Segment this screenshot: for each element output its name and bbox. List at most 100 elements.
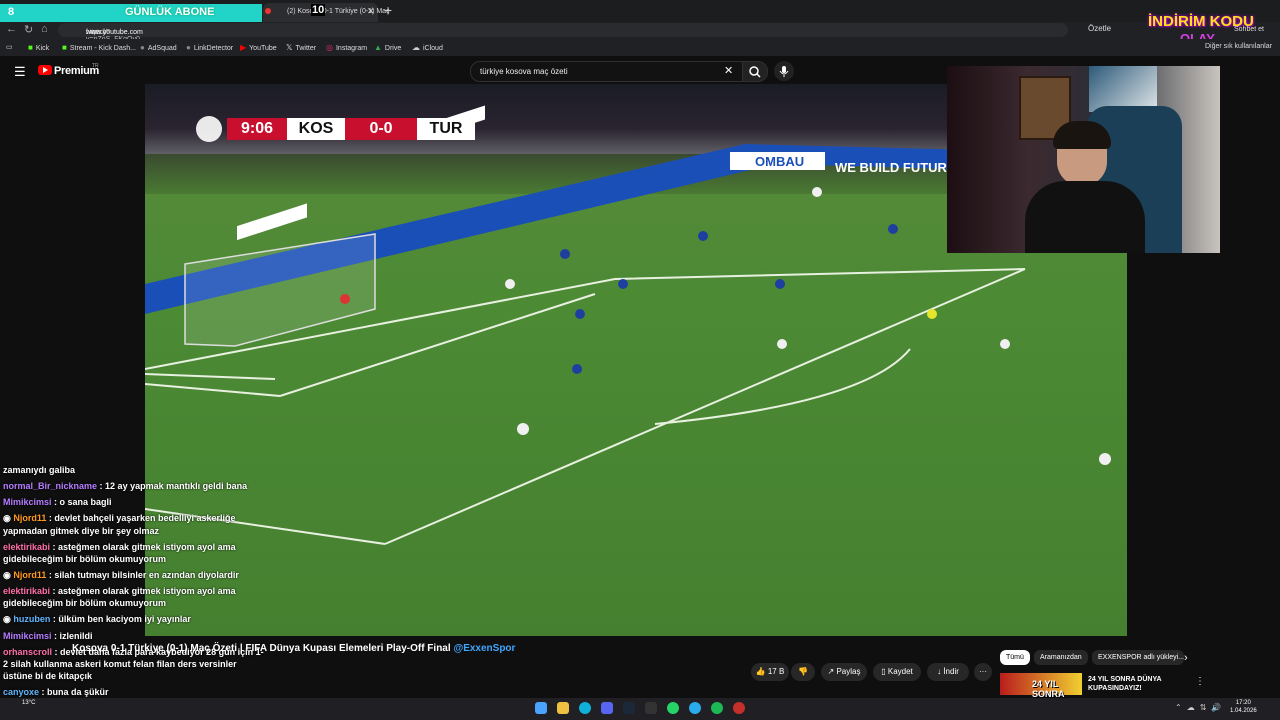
- weather-widget[interactable]: 13°C: [22, 700, 35, 706]
- thumbs-down-icon: 👎: [798, 667, 808, 676]
- share-button[interactable]: ↗ Paylaş: [821, 663, 867, 681]
- search-input[interactable]: türkiye kosova maç özeti: [470, 61, 743, 82]
- chat-username: elektirikabi: [3, 586, 51, 597]
- clock-time: 17:20: [1235, 700, 1251, 706]
- subscriber-label: GÜNLÜK ABONE: [125, 6, 215, 18]
- reload-icon[interactable]: ↻: [24, 23, 33, 36]
- steam-icon[interactable]: [623, 702, 635, 714]
- bookmark-adsquad[interactable]: ● AdSquad: [140, 43, 177, 52]
- system-tray[interactable]: ⌃☁⇅🔊: [1175, 703, 1226, 712]
- app-icon[interactable]: [645, 702, 657, 714]
- new-tab-button[interactable]: +: [384, 2, 392, 18]
- bookmarks-icon[interactable]: ▭: [6, 43, 13, 51]
- youtube-region: TR: [92, 63, 99, 69]
- scoreboard-score: 0-0: [345, 118, 417, 140]
- bookmark-youtube[interactable]: ▶ YouTube: [240, 43, 277, 52]
- stream-chat: zamanıydı galiba normal_Bir_nickname : 1…: [3, 464, 265, 702]
- discord-icon[interactable]: [601, 702, 613, 714]
- file-explorer-icon[interactable]: [557, 702, 569, 714]
- chat-message: Mimikcimsi : izlenildi: [3, 630, 93, 641]
- chat-username: Njord11: [13, 513, 47, 524]
- clear-search-icon[interactable]: ✕: [724, 64, 733, 77]
- bookmark-instagram[interactable]: ◎ Instagram: [326, 43, 367, 52]
- chat-username: normal_Bir_nickname: [3, 481, 98, 492]
- more-vert-icon[interactable]: ⋮: [1195, 676, 1205, 687]
- telegram-icon[interactable]: [689, 702, 701, 714]
- webcam-overlay: [947, 66, 1220, 253]
- other-bookmarks[interactable]: Diğer sık kullanılanlar: [1205, 43, 1272, 50]
- chat-button[interactable]: Sohbet et: [1234, 26, 1264, 33]
- search-query: türkiye kosova maç özeti: [480, 67, 568, 76]
- share-icon: ↗: [827, 667, 835, 676]
- search-button[interactable]: [742, 61, 768, 82]
- chevron-right-icon[interactable]: ›: [1184, 652, 1188, 664]
- chat-username: huzuben: [13, 614, 51, 625]
- edge-icon[interactable]: [579, 702, 591, 714]
- home-icon[interactable]: ⌂: [41, 23, 48, 35]
- scoreboard-away-team: TUR: [417, 118, 475, 140]
- bookmark-icon: ▯: [881, 667, 886, 676]
- streamer-body: [1025, 181, 1145, 253]
- close-tab-icon[interactable]: ✕: [367, 6, 375, 17]
- youtube-logo-icon[interactable]: [38, 65, 52, 75]
- bookmark-linkdetector[interactable]: ● LinkDetector: [186, 43, 233, 52]
- chat-username: orhanscroll: [3, 646, 53, 657]
- bookmark-icloud[interactable]: ☁ iCloud: [412, 43, 443, 52]
- download-button[interactable]: ↓ İndir: [927, 663, 969, 681]
- spotify-icon[interactable]: [711, 702, 723, 714]
- chip-all[interactable]: Tümü: [1000, 650, 1030, 665]
- bookmark-twitter[interactable]: 𝕏 Twitter: [286, 43, 316, 52]
- voice-search-button[interactable]: [774, 61, 794, 81]
- tab-overlay-badge: 10: [311, 4, 326, 16]
- microphone-icon: [779, 66, 789, 77]
- chat-message: zamanıydı galiba: [3, 465, 76, 475]
- more-actions-button[interactable]: ···: [974, 663, 992, 681]
- bookmark-kick[interactable]: ■ Kick: [28, 43, 49, 52]
- chat-message: ◉ huzuben : ülküm ben kaciyom iyi yayınl…: [3, 614, 191, 625]
- chat-message: elektirikabi : asteğmen olarak gitmek is…: [3, 586, 236, 609]
- tournament-logo-icon: [196, 116, 222, 142]
- chip-uploader[interactable]: EXXENSPOR adlı yükleyi...: [1092, 650, 1184, 665]
- chat-message: ◉ Njord11 : devlet bahçeli yaşarken bede…: [3, 513, 236, 536]
- badge-icon: ◉: [3, 614, 11, 625]
- chat-username: elektirikabi: [3, 541, 51, 552]
- thumbs-up-icon: 👍: [755, 667, 766, 676]
- whatsapp-icon[interactable]: [667, 702, 679, 714]
- badge-icon: ◉: [3, 569, 11, 580]
- start-icon[interactable]: [535, 702, 547, 714]
- tab-youtube[interactable]: (2) Kosova 0-1 Türkiye (0-1) Maç 10 ✕: [263, 3, 390, 22]
- chip-related[interactable]: Aramanızdan: [1034, 650, 1088, 665]
- streamer-hair: [1053, 121, 1111, 149]
- bookmarks-bar: ▭ ■ Kick ■ Stream - Kick Dash... ● AdSquad …: [0, 39, 1280, 56]
- dislike-button[interactable]: 👎: [791, 663, 815, 681]
- bookmark-kick-dashboard[interactable]: ■ Stream - Kick Dash...: [62, 43, 136, 52]
- windows-taskbar: [0, 698, 1280, 720]
- download-icon: ↓: [937, 667, 942, 676]
- chat-message: Mimikcimsi : o sana bagli: [3, 497, 112, 508]
- save-button[interactable]: ▯ Kaydet: [873, 663, 921, 681]
- channel-hashtag[interactable]: @ExxenSpor: [453, 643, 515, 654]
- search-icon: [749, 66, 761, 78]
- chat-username: Mimikcimsi: [3, 630, 52, 641]
- address-bar[interactable]: https://www.youtube.com/watch?v=nZnS_FKq…: [58, 23, 1068, 43]
- back-icon[interactable]: ←: [6, 23, 17, 35]
- recording-icon: [265, 8, 271, 14]
- recommended-thumbnail[interactable]: 24 YIL SONRA: [1000, 673, 1082, 699]
- summarize-button[interactable]: Özetle: [1088, 24, 1111, 33]
- clock-date: 1.04.2026: [1230, 707, 1257, 714]
- obs-icon[interactable]: [733, 702, 745, 714]
- taskbar-clock[interactable]: 17:20 1.04.2026: [1230, 700, 1257, 716]
- video-title: Kosova 0-1 Türkiye (0-1) Maç Özeti | FIF…: [72, 643, 516, 654]
- scoreboard-home-team: KOS: [287, 118, 345, 140]
- badge-icon: ◉: [3, 513, 11, 524]
- like-button[interactable]: 👍 17 B: [751, 663, 789, 681]
- chat-username: canyoxe: [3, 687, 40, 698]
- subscriber-count: 8: [8, 6, 15, 18]
- subscriber-banner: 8 GÜNLÜK ABONE: [0, 4, 262, 22]
- chat-message: ◉ Njord11 : silah tutmayı bilsinler en a…: [3, 569, 239, 580]
- chat-username: Mimikcimsi: [3, 497, 52, 508]
- bookmark-drive[interactable]: ▲ Drive: [374, 43, 401, 52]
- recommended-title[interactable]: 24 YIL SONRA DÜNYA KUPASINDAYIZ!: [1088, 675, 1188, 693]
- chat-message: elektirikabi : asteğmen olarak gitmek is…: [3, 541, 236, 564]
- menu-icon[interactable]: ☰: [14, 64, 26, 80]
